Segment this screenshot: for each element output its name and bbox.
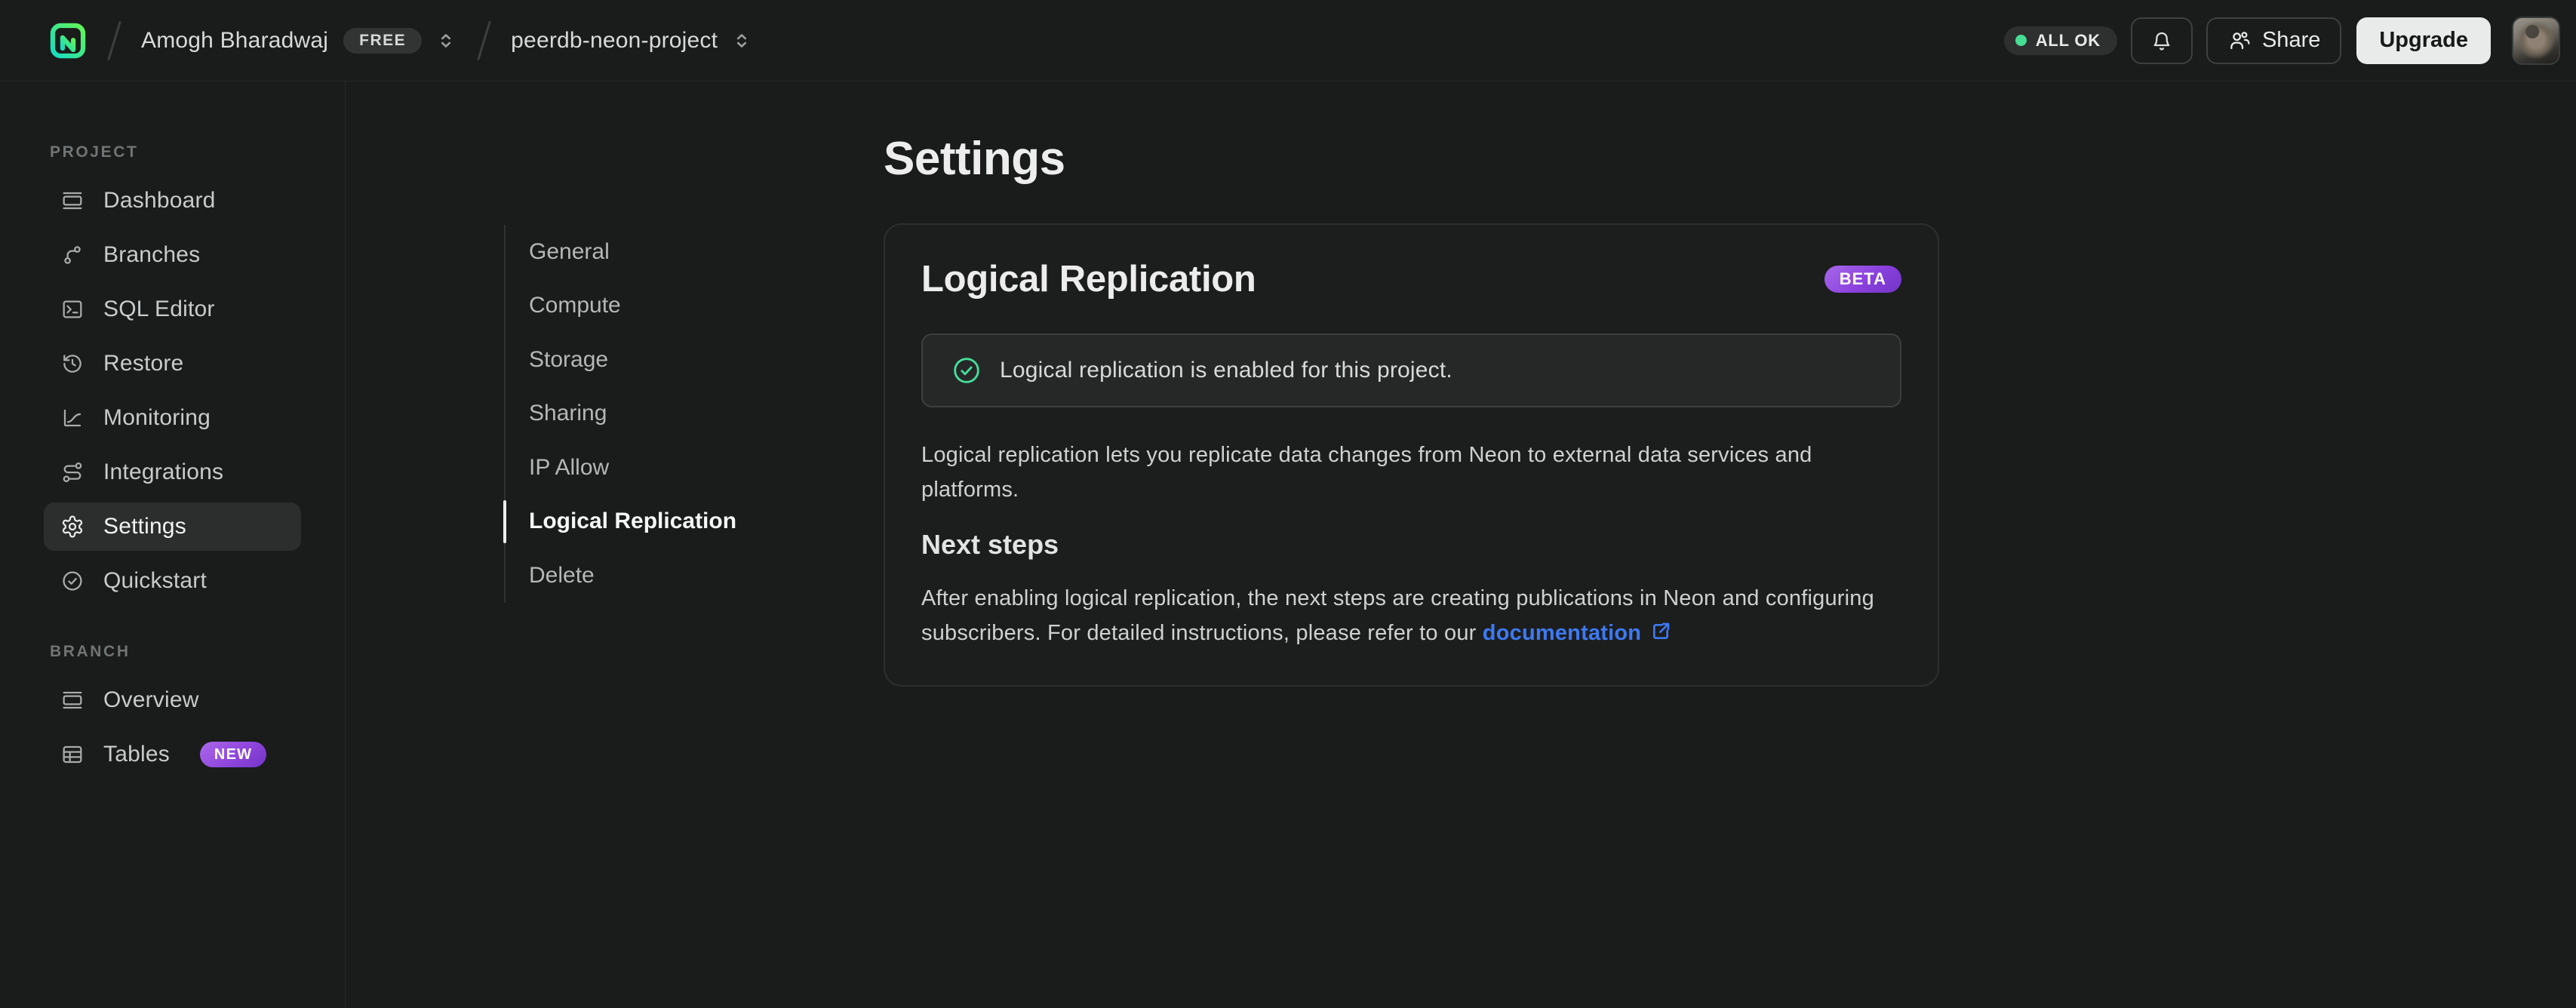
subnav-item-ip-allow[interactable]: IP Allow [506,441,884,495]
status-pill[interactable]: ALL OK [2003,26,2117,55]
dashboard-icon [60,189,85,213]
breadcrumb-slash-icon [477,20,492,60]
breadcrumb-slash-icon [107,20,121,60]
restore-icon [60,352,85,376]
logical-replication-card: Logical Replication BETA Logical replica… [884,223,1939,687]
card-title: Logical Replication [921,259,1256,300]
top-bar: Amogh Bharadwaj FREE peerdb-neon-project [0,0,2576,81]
org-name: Amogh Bharadwaj [141,27,329,53]
branch-nav-list: Overview Tables NEW [0,676,345,779]
neon-console: Amogh Bharadwaj FREE peerdb-neon-project [0,0,2576,1008]
new-badge: NEW [199,742,267,767]
next-steps-text: After enabling logical replication, the … [921,581,1901,650]
tables-icon [60,742,85,767]
chevron-updown-icon [730,29,753,52]
next-steps-line: After enabling logical replication, the … [921,586,1874,610]
sidebar-item-branches[interactable]: Branches [44,231,301,279]
neon-logo-icon [50,23,86,58]
sidebar-item-label: Monitoring [103,405,211,430]
check-circle-icon [951,355,982,386]
next-steps-line: subscribers. For detailed instructions, … [921,621,1483,645]
users-icon [2227,29,2252,53]
breadcrumb: Amogh Bharadwaj FREE peerdb-neon-project [48,20,753,62]
subnav-item-sharing[interactable]: Sharing [506,387,884,441]
status-label: ALL OK [2035,30,2101,50]
chevron-updown-icon [435,29,457,52]
overview-icon [60,688,85,712]
sidebar-item-dashboard[interactable]: Dashboard [44,177,301,225]
settings-subnav: General Compute Storage Sharing IP Allow… [503,225,884,603]
sidebar-item-monitoring[interactable]: Monitoring [44,394,301,442]
sidebar-item-integrations[interactable]: Integrations [44,448,301,496]
monitoring-icon [60,406,85,430]
sidebar-item-settings[interactable]: Settings [44,502,301,551]
card-header: Logical Replication BETA [921,257,1901,302]
branches-icon [60,243,85,267]
subnav-item-storage[interactable]: Storage [506,333,884,387]
project-name: peerdb-neon-project [511,27,718,53]
sidebar-item-quickstart[interactable]: Quickstart [44,557,301,605]
replication-description: Logical replication lets you replicate d… [921,438,1901,507]
sidebar-item-label: SQL Editor [103,297,215,321]
sidebar-item-label: Quickstart [103,568,207,593]
next-steps-title: Next steps [921,529,1059,560]
sidebar-item-label: Settings [103,514,186,539]
description-line: Logical replication lets you replicate d… [921,443,1812,467]
sidebar-section-project: PROJECT [50,143,139,161]
sidebar-item-sql-editor[interactable]: SQL Editor [44,285,301,333]
sql-editor-icon [60,297,85,321]
project-nav-list: Dashboard Branches SQL Editor Restore Mo… [0,177,345,605]
quickstart-icon [60,569,85,593]
alert-text: Logical replication is enabled for this … [1000,358,1452,383]
share-label: Share [2261,28,2321,52]
user-avatar[interactable] [2512,16,2560,65]
org-selector[interactable]: Amogh Bharadwaj FREE [141,27,457,54]
settings-page: Settings Logical Replication BETA Logica… [884,133,1939,687]
external-link-icon [1649,619,1673,644]
subnav-item-logical-replication[interactable]: Logical Replication [503,495,884,549]
sidebar-section-branch-wrap: BRANCH Overview Tables NEW [0,643,345,779]
subnav-item-delete[interactable]: Delete [506,549,884,603]
notifications-button[interactable] [2130,17,2193,64]
plan-badge: FREE [343,27,423,54]
subnav-item-compute[interactable]: Compute [506,279,884,333]
beta-badge: BETA [1824,266,1901,293]
sidebar-item-label: Overview [103,687,199,712]
project-selector[interactable]: peerdb-neon-project [511,28,753,54]
header-actions: ALL OK Share Upgrade [2003,16,2560,65]
sidebar-item-restore[interactable]: Restore [44,340,301,388]
documentation-link[interactable]: documentation [1483,621,1641,645]
sidebar-item-overview[interactable]: Overview [44,676,301,724]
subnav-item-general[interactable]: General [506,225,884,279]
sidebar: PROJECT Dashboard Branches SQL Editor Re… [0,81,346,1008]
app-shell: PROJECT Dashboard Branches SQL Editor Re… [0,81,2576,1008]
settings-icon [60,515,85,539]
sidebar-section-branch: BRANCH [50,643,131,660]
bell-icon [2150,29,2174,53]
sidebar-item-label: Dashboard [103,188,216,213]
sidebar-item-label: Restore [103,351,184,376]
replication-enabled-alert: Logical replication is enabled for this … [921,333,1901,407]
integrations-icon [60,460,85,484]
page-title: Settings [884,133,1065,185]
sidebar-item-label: Branches [103,242,201,267]
sidebar-item-label: Integrations [103,459,224,484]
status-dot-icon [2015,35,2027,46]
sidebar-item-label: Tables [103,742,170,767]
share-button[interactable]: Share [2206,17,2342,64]
neon-logo[interactable] [48,20,88,62]
main-content: General Compute Storage Sharing IP Allow… [346,81,2576,1008]
upgrade-button[interactable]: Upgrade [2356,17,2491,64]
sidebar-item-tables[interactable]: Tables NEW [44,730,301,779]
description-line: platforms. [921,478,1019,502]
